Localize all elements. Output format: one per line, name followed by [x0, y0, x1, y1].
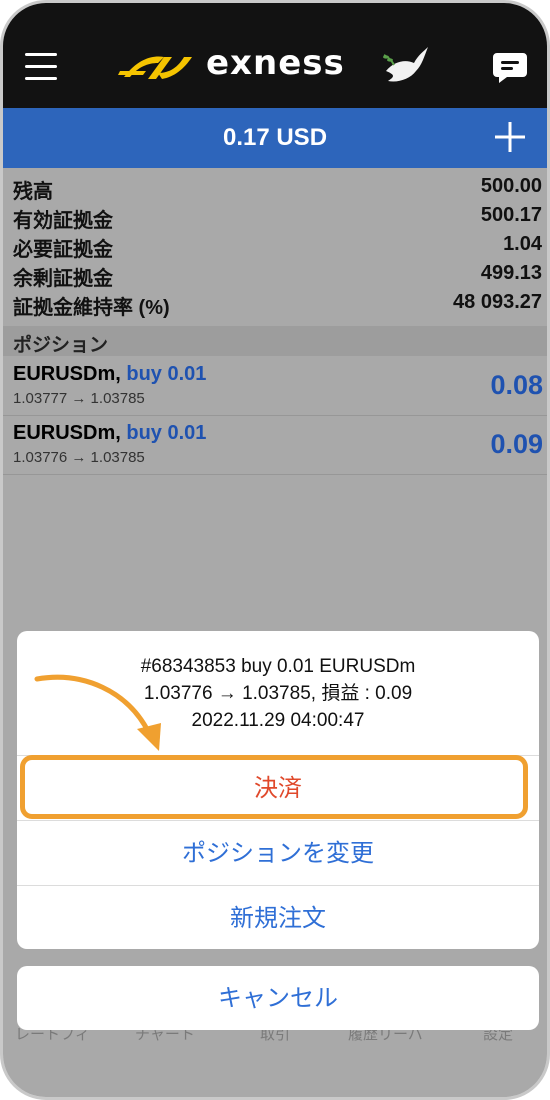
position-symbol: EURUSDm,: [13, 363, 121, 385]
exness-logo: exness: [118, 41, 438, 91]
top-bar: exness: [3, 3, 547, 108]
position-row[interactable]: EURUSDm, buy 0.01 1.03777 → 1.03785 0.08: [3, 357, 547, 416]
account-label: 証拠金維持率 (%): [13, 297, 170, 319]
balance-bar: 0.17 USD: [3, 108, 547, 168]
account-row-margin-level: 証拠金維持率 (%) 48 093.27: [3, 289, 547, 319]
position-side: buy 0.01: [126, 422, 207, 444]
account-label: 必要証拠金: [13, 239, 113, 261]
account-label: 有効証拠金: [13, 210, 113, 232]
account-label: 残高: [13, 181, 53, 203]
logo-text: exness: [206, 43, 345, 83]
position-profit: 0.08: [490, 370, 543, 400]
exness-mark-icon: [118, 56, 192, 79]
account-value: 1.04: [503, 233, 542, 255]
position-symbol: EURUSDm,: [13, 422, 121, 444]
cancel-button[interactable]: キャンセル: [17, 966, 539, 1030]
account-label: 余剰証拠金: [13, 268, 113, 290]
chat-bubble-icon[interactable]: [493, 51, 527, 83]
account-row-margin: 必要証拠金 1.04: [3, 231, 547, 261]
account-value: 499.13: [480, 262, 542, 284]
plus-icon[interactable]: [493, 120, 527, 154]
account-value: 500.00: [480, 175, 542, 197]
floating-profit-label: 0.17 USD: [222, 124, 328, 151]
position-prices: 1.03777 → 1.03785: [13, 390, 145, 407]
dove-icon: [383, 47, 428, 82]
position-profit: 0.09: [490, 429, 543, 459]
close-button-highlight: [20, 755, 528, 819]
account-row-balance: 残高 500.00: [3, 173, 547, 203]
pointer-arrow-icon: [34, 674, 161, 751]
account-value: 500.17: [480, 204, 542, 226]
new-order-button[interactable]: 新規注文: [17, 885, 539, 949]
position-side: buy 0.01: [126, 363, 207, 385]
position-prices: 1.03776 → 1.03785: [13, 449, 145, 466]
account-row-free-margin: 余剰証拠金 499.13: [3, 260, 547, 290]
hamburger-menu-icon[interactable]: [25, 53, 57, 81]
account-value: 48 093.27: [453, 291, 542, 313]
modify-position-button[interactable]: ポジションを変更: [17, 820, 539, 885]
positions-header: ポジション: [3, 326, 547, 356]
account-row-equity: 有効証拠金 500.17: [3, 202, 547, 232]
phone-frame: exness 0.17 USD 残高 500.00 有効証拠金 500.17 必…: [0, 0, 550, 1100]
positions-title: ポジション: [13, 335, 109, 356]
position-row[interactable]: EURUSDm, buy 0.01 1.03776 → 1.03785 0.09: [3, 416, 547, 475]
